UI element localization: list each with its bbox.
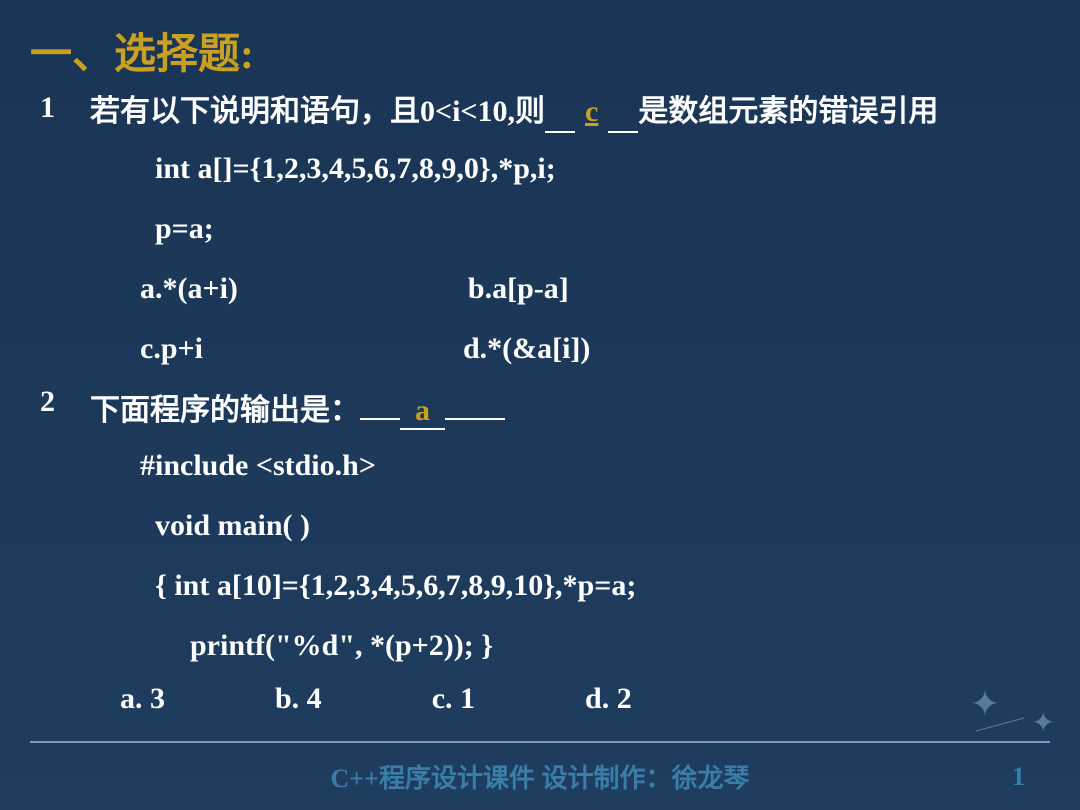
q2-option-a: a. 3 — [120, 682, 165, 716]
q2-code-line-4: printf("%d", *(p+2)); } — [40, 622, 1040, 670]
slide-content: 1 若有以下说明和语句，且0<i<10,则 c 是数组元素的错误引用 int a[]… — [0, 91, 1080, 716]
q2-text: 下面程序的输出是： a — [90, 385, 505, 430]
q1-options-row-1: a.*(a+i) b.a[p-a] — [40, 265, 1040, 313]
underline — [545, 131, 575, 133]
underline — [608, 131, 638, 133]
q1-code-line-2: p=a; — [40, 205, 1040, 253]
q1-text-before: 若有以下说明和语句，且0<i<10,则 — [90, 95, 545, 128]
q1-option-d: d.*(&a[i]) — [463, 332, 590, 365]
underline — [445, 418, 505, 420]
q1-answer: c — [575, 91, 608, 133]
q2-option-d: d. 2 — [585, 682, 632, 716]
q2-number: 2 — [40, 385, 90, 430]
question-2: 2 下面程序的输出是： a — [40, 385, 1040, 430]
q1-number: 1 — [40, 91, 90, 133]
section-heading: 一、选择题: — [0, 0, 1080, 91]
question-1: 1 若有以下说明和语句，且0<i<10,则 c 是数组元素的错误引用 — [40, 91, 1040, 133]
q2-answer: a — [400, 394, 445, 430]
q2-text-label: 下面程序的输出是： — [90, 394, 360, 427]
q2-option-c: c. 1 — [432, 682, 475, 716]
star-decoration-icon: ✦ — [1032, 706, 1055, 740]
page-number: 1 — [1012, 762, 1025, 792]
q1-option-c: c.p+i — [140, 332, 203, 365]
q2-code-line-1: #include <stdio.h> — [40, 442, 1040, 490]
q2-code-line-2: void main( ) — [40, 502, 1040, 550]
q2-option-b: b. 4 — [275, 682, 322, 716]
q1-code-line-1: int a[]={1,2,3,4,5,6,7,8,9,0},*p,i; — [40, 145, 1040, 193]
star-decoration-icon: ✦ — [970, 683, 1000, 725]
q1-options-row-2: c.p+i d.*(&a[i]) — [40, 325, 1040, 373]
slide-footer: C++程序设计课件 设计制作：徐龙琴 — [0, 741, 1080, 795]
q1-text: 若有以下说明和语句，且0<i<10,则 c 是数组元素的错误引用 — [90, 91, 938, 133]
q1-option-a: a.*(a+i) — [140, 272, 238, 305]
q2-code-line-3: { int a[10]={1,2,3,4,5,6,7,8,9,10},*p=a; — [40, 562, 1040, 610]
footer-divider — [30, 741, 1050, 743]
q1-text-after: 是数组元素的错误引用 — [638, 95, 938, 128]
q1-option-b: b.a[p-a] — [468, 272, 569, 305]
q2-options: a. 3 b. 4 c. 1 d. 2 — [40, 682, 1040, 716]
footer-text: C++程序设计课件 设计制作：徐龙琴 — [0, 758, 1080, 795]
underline — [360, 418, 400, 420]
